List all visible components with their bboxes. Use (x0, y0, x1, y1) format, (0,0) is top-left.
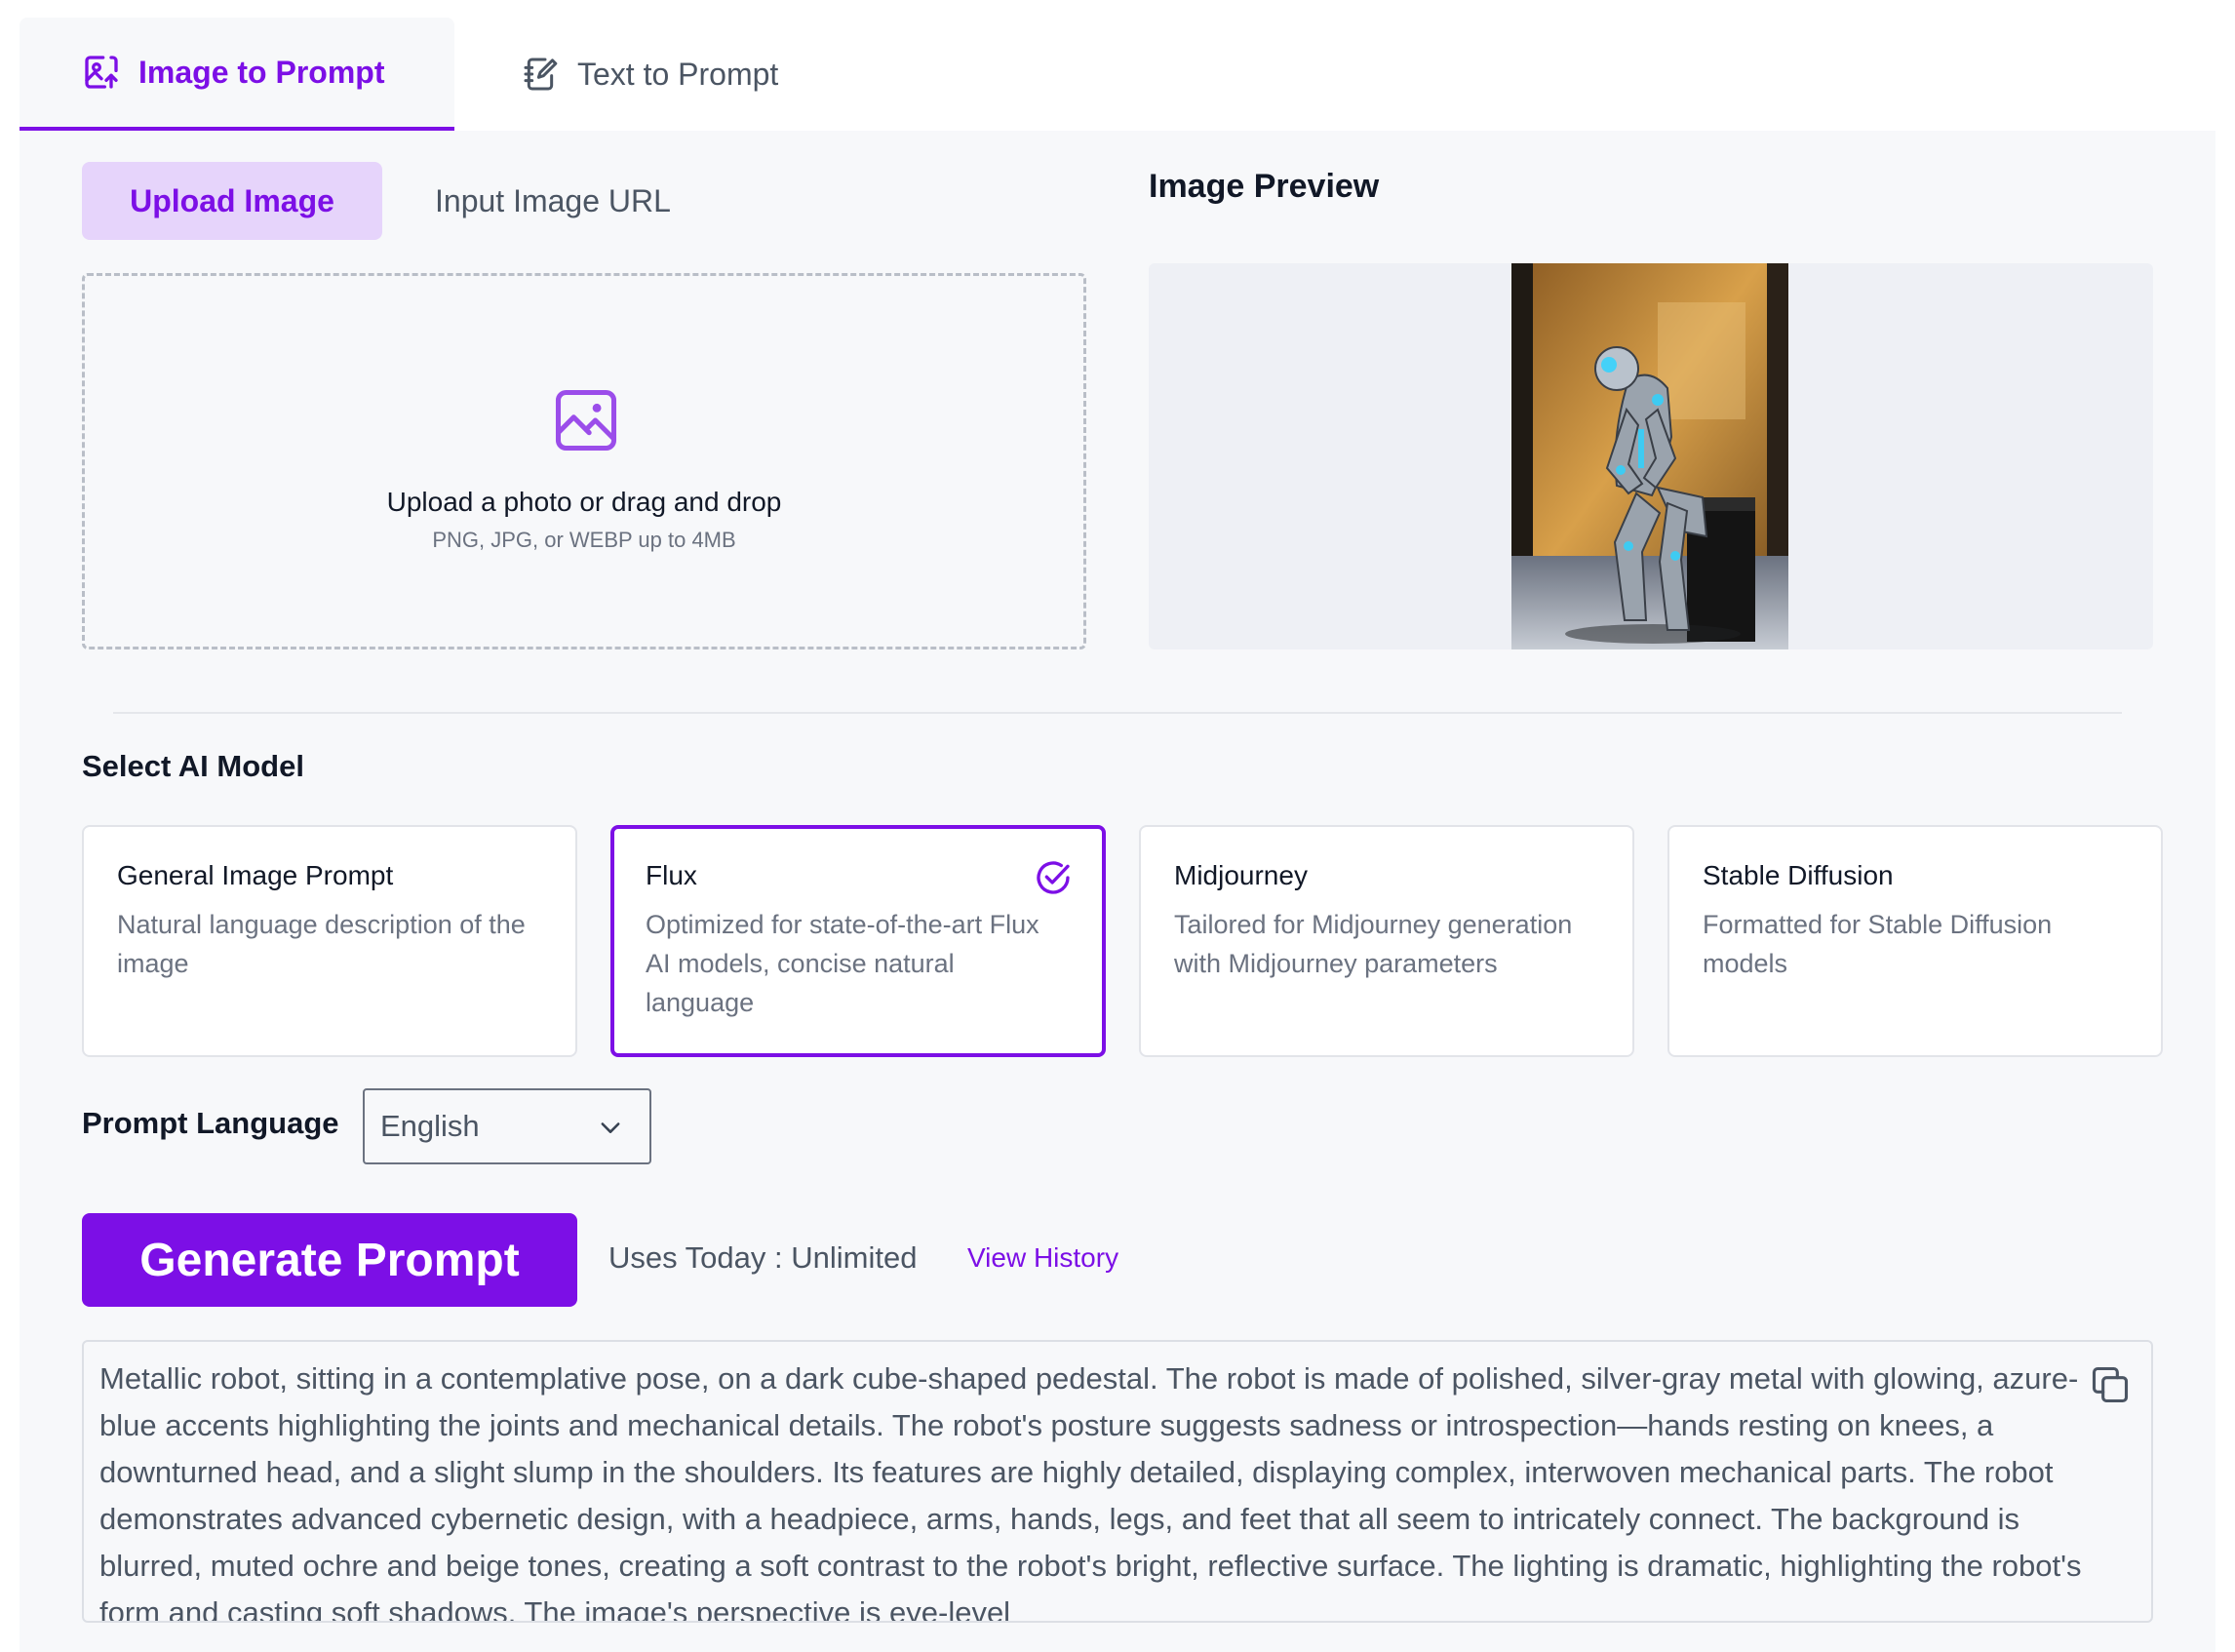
upload-image-tab[interactable]: Upload Image (82, 162, 382, 240)
generate-prompt-button[interactable]: Generate Prompt (82, 1213, 577, 1307)
model-description: Tailored for Midjourney generation with … (1174, 910, 1573, 978)
model-name: Stable Diffusion (1703, 860, 1894, 890)
tab-label: Text to Prompt (577, 56, 779, 92)
model-description: Natural language description of the imag… (117, 910, 526, 978)
dropzone-title: Upload a photo or drag and drop (386, 487, 782, 517)
select-model-title: Select AI Model (82, 749, 304, 783)
image-preview-box (1149, 263, 2153, 649)
model-name: Flux (646, 860, 697, 890)
mode-tabs: Image to Prompt Text to Prompt (20, 18, 2215, 131)
model-name: General Image Prompt (117, 860, 394, 890)
prompt-language-label: Prompt Language (82, 1106, 339, 1140)
tab-label: Image to Prompt (138, 54, 385, 90)
upload-dropzone[interactable]: Upload a photo or drag and drop PNG, JPG… (82, 273, 1086, 649)
copy-icon[interactable] (2089, 1363, 2132, 1406)
generated-prompt-text: Metallic robot, sitting in a contemplati… (99, 1361, 2082, 1623)
model-description: Formatted for Stable Diffusion models (1703, 910, 2053, 978)
selected-language: English (380, 1109, 480, 1143)
generated-prompt-output[interactable]: Metallic robot, sitting in a contemplati… (82, 1340, 2153, 1623)
tab-image-to-prompt[interactable]: Image to Prompt (20, 18, 454, 131)
notebook-edit-icon (521, 55, 560, 94)
input-image-url-tab[interactable]: Input Image URL (435, 162, 671, 240)
chevron-down-icon (597, 1114, 624, 1141)
model-card-general[interactable]: General Image Prompt Natural language de… (82, 825, 577, 1057)
tab-text-to-prompt[interactable]: Text to Prompt (521, 18, 778, 131)
prompt-language-select[interactable]: English (363, 1088, 651, 1164)
check-circle-icon (1034, 858, 1073, 897)
model-card-flux[interactable]: Flux Optimized for state-of-the-art Flux… (610, 825, 1106, 1057)
model-description: Optimized for state-of-the-art Flux AI m… (646, 910, 1039, 1017)
uses-today-text: Uses Today : Unlimited (608, 1240, 918, 1275)
image-upload-icon (82, 53, 121, 92)
model-card-midjourney[interactable]: Midjourney Tailored for Midjourney gener… (1139, 825, 1634, 1057)
view-history-link[interactable]: View History (967, 1242, 1118, 1274)
preview-image (1511, 263, 1788, 649)
image-icon (549, 383, 623, 457)
model-name: Midjourney (1174, 860, 1308, 890)
dropzone-subtitle: PNG, JPG, or WEBP up to 4MB (432, 528, 736, 552)
model-card-stable-diffusion[interactable]: Stable Diffusion Formatted for Stable Di… (1667, 825, 2163, 1057)
section-divider (113, 712, 2122, 714)
preview-title: Image Preview (1149, 168, 1380, 205)
main-panel: Upload Image Input Image URL Upload a ph… (20, 131, 2215, 1652)
